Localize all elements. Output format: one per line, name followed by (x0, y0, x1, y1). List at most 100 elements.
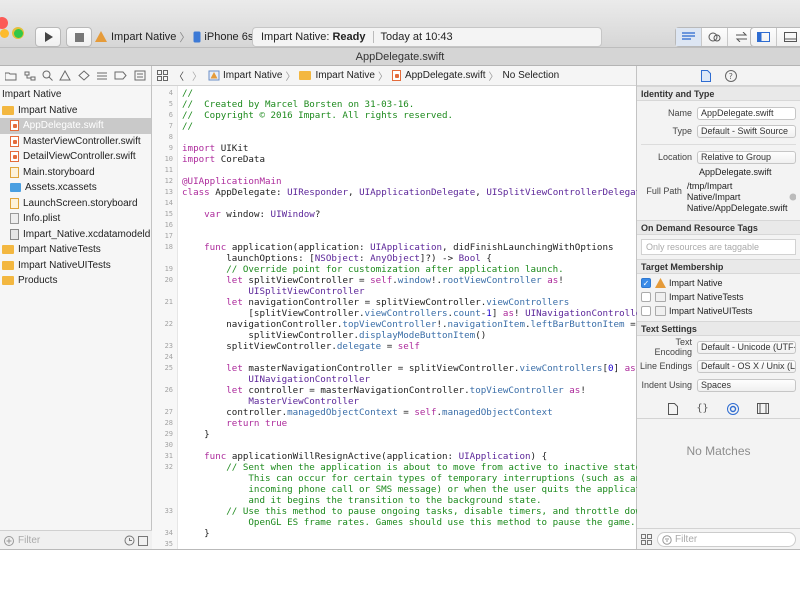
code-line[interactable]: 34 } (152, 528, 637, 539)
code-line[interactable]: MasterViewController (152, 396, 637, 407)
quick-help-icon[interactable]: ? (724, 69, 737, 82)
code-line[interactable]: 23 splitViewController.delegate = self (152, 341, 637, 352)
code-line[interactable]: 8 (152, 132, 637, 143)
code-line[interactable]: 29 } (152, 429, 637, 440)
breadcrumb-group[interactable]: Impart Native 〉 (299, 68, 388, 83)
navigator-toggle-icon[interactable] (751, 28, 777, 46)
object-library-icon[interactable] (726, 402, 739, 415)
editor-mode-control[interactable] (675, 27, 755, 47)
target-section-header[interactable]: Target Membership (637, 259, 800, 274)
scheme-selector[interactable]: Impart Native 〉 iPhone 6s (95, 27, 253, 47)
endings-select[interactable]: Default - OS X / Unix (LF) (697, 359, 796, 373)
code-line[interactable]: 14 (152, 198, 637, 209)
recent-files-icon[interactable] (124, 535, 135, 546)
code-line[interactable]: 5 // Created by Marcel Borsten on 31-03-1… (152, 99, 637, 110)
close-window-button[interactable] (0, 17, 8, 29)
navigator-item[interactable]: Main.storyboard (0, 165, 151, 181)
code-line[interactable]: and it begins the transition to the back… (152, 495, 637, 506)
code-line[interactable]: 11 (152, 165, 637, 176)
code-line[interactable]: 15 var window: UIWindow? (152, 209, 637, 220)
panel-toggle-control[interactable] (750, 27, 800, 47)
code-line[interactable]: 17 (152, 231, 637, 242)
breadcrumb-symbol[interactable]: No Selection (503, 70, 560, 81)
code-line[interactable]: 20 let splitViewController = self.window… (152, 275, 637, 286)
code-line[interactable]: 31 func applicationWillResignActive(appl… (152, 451, 637, 462)
code-line[interactable]: 19 // Override point for customization a… (152, 264, 637, 275)
back-arrow-icon[interactable]: 〈 (174, 68, 184, 83)
breadcrumb-file[interactable]: AppDelegate.swift 〉 (391, 68, 499, 83)
media-library-icon[interactable] (756, 403, 769, 414)
breadcrumb-project[interactable]: Impart Native 〉 (208, 68, 295, 83)
text-section-header[interactable]: Text Settings (637, 321, 800, 336)
related-items-icon[interactable] (157, 70, 168, 81)
code-line[interactable]: 7 // (152, 121, 637, 132)
assistant-editor-icon[interactable] (702, 28, 728, 46)
code-line[interactable]: [splitViewController.viewControllers.cou… (152, 308, 637, 319)
code-line[interactable]: 33 // Use this method to pause ongoing t… (152, 506, 637, 517)
navigator-item[interactable]: Products (0, 273, 151, 289)
standard-editor-icon[interactable] (676, 28, 702, 46)
navigator-item[interactable]: AppDelegate.swift (0, 118, 151, 134)
code-line[interactable]: 21 let navigationController = splitViewC… (152, 297, 637, 308)
code-line[interactable]: This can occur for certain types of temp… (152, 473, 637, 484)
navigator-item[interactable]: Assets.xcassets (0, 180, 151, 196)
navigator-item[interactable]: Impart Native (0, 103, 151, 119)
code-line[interactable]: 9 import UIKit (152, 143, 637, 154)
code-line[interactable]: incoming phone call or SMS message) or w… (152, 484, 637, 495)
code-line[interactable]: 22 navigationController.topViewControlle… (152, 319, 637, 330)
code-snippet-library-icon[interactable]: {} (696, 403, 708, 414)
navigator-item[interactable]: Impart NativeTests (0, 242, 151, 258)
encoding-select[interactable]: Default - Unicode (UTF-8) (697, 340, 796, 354)
target-checkbox[interactable] (641, 292, 651, 302)
run-button[interactable] (35, 27, 61, 47)
navigator-filter-input[interactable]: Filter (18, 535, 124, 546)
code-line[interactable]: UINavigationController (152, 374, 637, 385)
target-checkbox[interactable]: ✓ (641, 278, 651, 288)
code-line[interactable]: 16 (152, 220, 637, 231)
code-line[interactable]: 28 return true (152, 418, 637, 429)
code-line[interactable]: 12 @UIApplicationMain (152, 176, 637, 187)
type-select[interactable]: Default - Swift Source (697, 124, 796, 138)
forward-arrow-icon[interactable]: 〉 (192, 68, 202, 83)
code-line[interactable]: 24 (152, 352, 637, 363)
identity-section-header[interactable]: Identity and Type (637, 86, 800, 101)
code-line[interactable]: 25 let masterNavigationController = spli… (152, 363, 637, 374)
code-area[interactable]: 4 // 5 // Created by Marcel Borsten on 31-0… (152, 86, 637, 550)
breakpoint-navigator-icon[interactable] (114, 71, 128, 80)
navigator-item[interactable]: Impart Native (0, 87, 151, 103)
grid-view-icon[interactable] (641, 534, 652, 545)
code-line[interactable]: UISplitViewController (152, 286, 637, 297)
navigator-item[interactable]: LaunchScreen.storyboard (0, 196, 151, 212)
code-line[interactable]: launchOptions: [NSObject: AnyObject]?) -… (152, 253, 637, 264)
navigator-item[interactable]: MasterViewController.swift (0, 134, 151, 150)
reveal-in-finder-icon[interactable] (789, 193, 796, 201)
editor-tab[interactable]: AppDelegate.swift (0, 48, 800, 66)
code-line[interactable]: 6 // Copyright © 2016 Impart. All rights … (152, 110, 637, 121)
navigator-item[interactable]: Impart_Native.xcdatamodeld (0, 227, 151, 243)
zoom-window-button[interactable] (0, 29, 9, 38)
navigator-item[interactable]: Impart NativeUITests (0, 258, 151, 274)
code-line[interactable]: 4 // (152, 88, 637, 99)
code-line[interactable]: 35 (152, 539, 637, 550)
filter-options-icon[interactable] (138, 535, 148, 546)
navigator-item[interactable]: DetailViewController.swift (0, 149, 151, 165)
code-line[interactable]: 10 import CoreData (152, 154, 637, 165)
folder-navigator-icon[interactable] (5, 71, 17, 81)
odr-tags-field[interactable]: Only resources are taggable (641, 239, 796, 255)
add-icon[interactable] (4, 535, 14, 546)
location-select[interactable]: Relative to Group (697, 150, 796, 164)
code-line[interactable]: 32 // Sent when the application is about… (152, 462, 637, 473)
file-template-library-icon[interactable] (668, 402, 679, 415)
target-checkbox[interactable] (641, 306, 651, 316)
file-inspector-icon[interactable] (700, 69, 711, 82)
code-line[interactable]: OpenGL ES frame rates. Games should use … (152, 517, 637, 528)
code-line[interactable]: 26 let controller = masterNavigationCont… (152, 385, 637, 396)
code-line[interactable]: splitViewController.displayModeButtonIte… (152, 330, 637, 341)
library-filter-input[interactable]: Filter (657, 532, 796, 547)
search-icon[interactable] (42, 70, 53, 81)
code-line[interactable]: 18 func application(application: UIAppli… (152, 242, 637, 253)
warning-icon[interactable] (59, 70, 72, 81)
name-field[interactable]: AppDelegate.swift (697, 106, 796, 120)
test-navigator-icon[interactable] (77, 70, 90, 81)
stop-button[interactable] (66, 27, 92, 47)
